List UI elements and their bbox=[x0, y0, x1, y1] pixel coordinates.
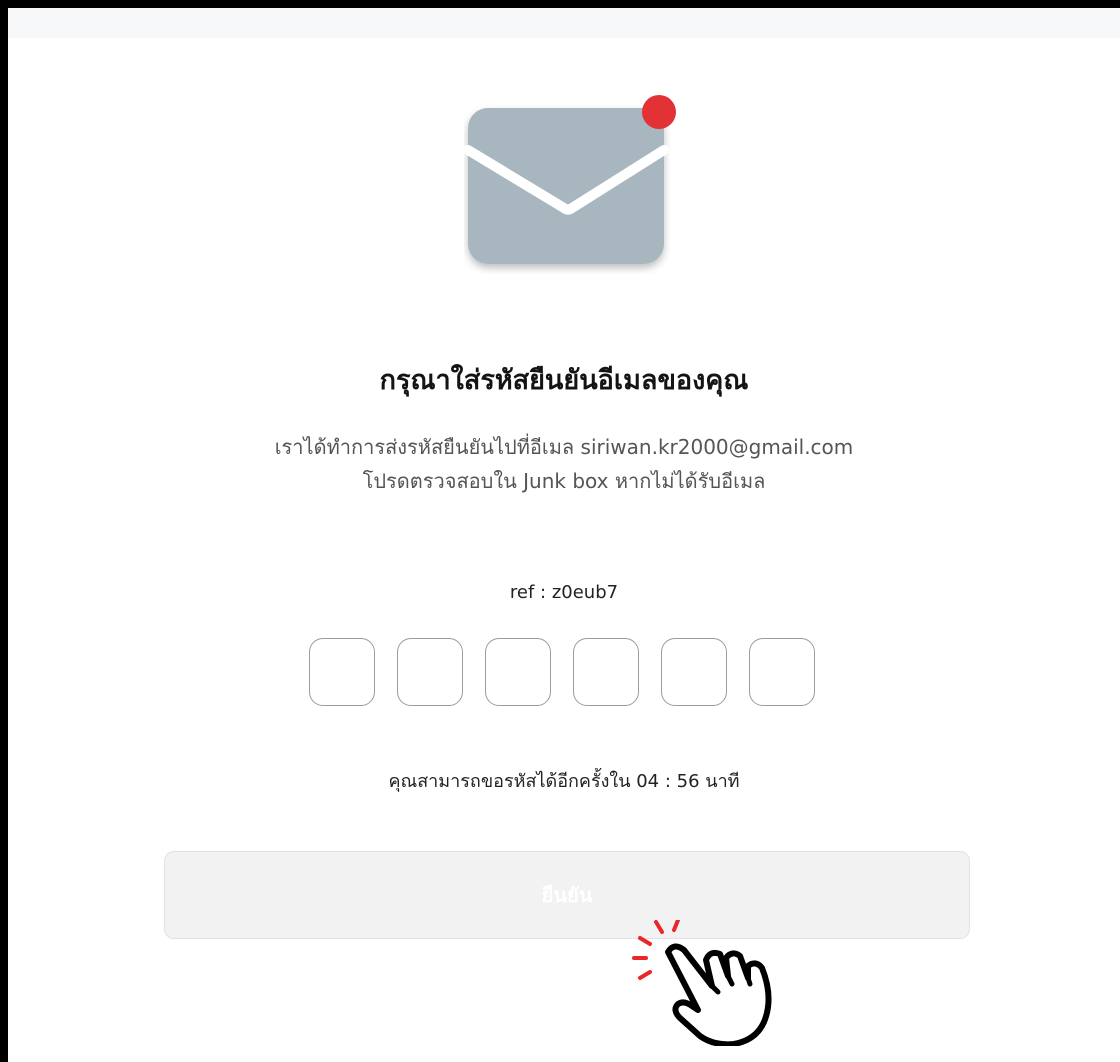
instruction-line-email: เราได้ทำการส่งรหัสยืนยันไปที่อีเมล siriw… bbox=[274, 435, 854, 459]
notification-dot-icon bbox=[642, 95, 676, 129]
otp-digit-6[interactable] bbox=[749, 638, 815, 706]
top-bar bbox=[8, 8, 1120, 38]
confirm-button[interactable]: ยืนยัน bbox=[164, 851, 970, 939]
otp-input-group bbox=[309, 638, 815, 708]
otp-digit-5[interactable] bbox=[661, 638, 727, 706]
instruction-line-junk: โปรดตรวจสอบใน Junk box หากไม่ได้รับอีเมล bbox=[362, 469, 766, 493]
otp-digit-1[interactable] bbox=[309, 638, 375, 706]
otp-digit-4[interactable] bbox=[573, 638, 639, 706]
resend-timer: คุณสามารถขอรหัสได้อีกครั้งใน 04 : 56 นาท… bbox=[388, 771, 740, 792]
otp-digit-2[interactable] bbox=[397, 638, 463, 706]
envelope-icon bbox=[464, 108, 669, 264]
page-title: กรุณาใส่รหัสยืนยันอีเมลของคุณ bbox=[379, 365, 749, 396]
email-verification-page: กรุณาใส่รหัสยืนยันอีเมลของคุณ เราได้ทำกา… bbox=[8, 8, 1120, 1062]
reference-code: ref : z0eub7 bbox=[509, 582, 619, 603]
instructions: เราได้ทำการส่งรหัสยืนยันไปที่อีเมล siriw… bbox=[8, 430, 1120, 498]
hand-pointer-icon bbox=[632, 920, 772, 1046]
otp-digit-3[interactable] bbox=[485, 638, 551, 706]
